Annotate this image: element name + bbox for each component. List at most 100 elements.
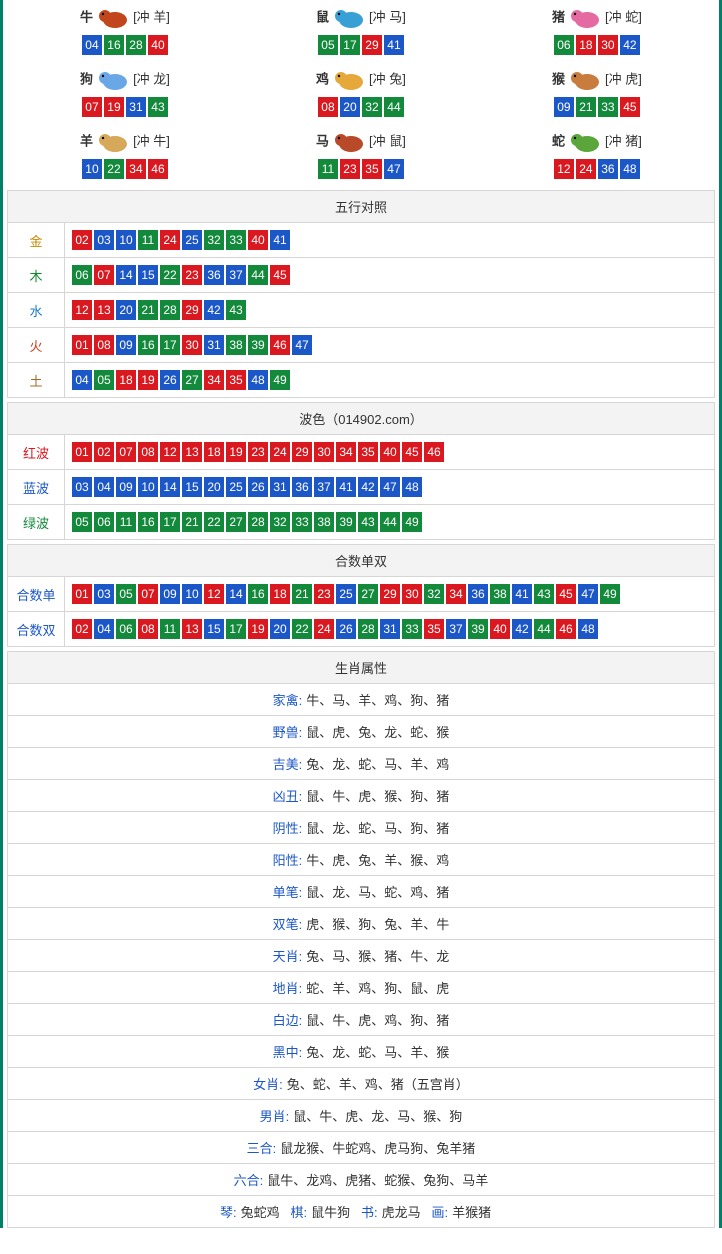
attr-row: 男肖:鼠、牛、虎、龙、马、猴、狗 [8, 1100, 715, 1132]
number-chip: 48 [578, 619, 598, 639]
number-chip: 46 [148, 159, 168, 179]
number-chip: 24 [160, 230, 180, 250]
number-chip: 10 [116, 230, 136, 250]
attr-label: 白边: [273, 1013, 303, 1028]
number-chip: 36 [204, 265, 224, 285]
attr-text: 虎龙马 [382, 1205, 421, 1220]
table-row: 绿波05061116172122272832333839434449 [8, 505, 715, 540]
number-chip: 22 [292, 619, 312, 639]
row-label: 红波 [8, 435, 65, 470]
number-chip: 15 [204, 619, 224, 639]
number-chip: 47 [380, 477, 400, 497]
number-chip: 23 [182, 265, 202, 285]
attr-text: 牛、虎、兔、羊、猴、鸡 [306, 853, 449, 868]
number-chip: 29 [362, 35, 382, 55]
wuxing-table: 五行对照 金02031011242532334041木0607141522233… [7, 190, 715, 398]
row-numbers: 0103050709101214161821232527293032343638… [65, 577, 715, 612]
pig-icon [567, 6, 603, 30]
number-chip: 42 [358, 477, 378, 497]
number-chip: 28 [358, 619, 378, 639]
attr-text: 兔、蛇、羊、鸡、猪（五宫肖） [287, 1077, 469, 1092]
number-chip: 26 [248, 477, 268, 497]
row-label: 土 [8, 363, 65, 398]
number-chip: 17 [160, 512, 180, 532]
number-chip: 04 [94, 619, 114, 639]
number-chip: 43 [148, 97, 168, 117]
number-chip: 47 [578, 584, 598, 604]
attr-row: 双笔:虎、猴、狗、兔、羊、牛 [8, 908, 715, 940]
number-chip: 12 [554, 159, 574, 179]
row-numbers: 02031011242532334041 [65, 223, 715, 258]
heshu-table: 合数单双 合数单01030507091012141618212325272930… [7, 544, 715, 647]
number-chip: 24 [576, 159, 596, 179]
number-chip: 16 [138, 335, 158, 355]
number-chip: 38 [314, 512, 334, 532]
number-chip: 28 [248, 512, 268, 532]
attr-label: 六合: [234, 1173, 264, 1188]
number-chip: 23 [314, 584, 334, 604]
number-chip: 13 [182, 619, 202, 639]
row-numbers: 0204060811131517192022242628313335373940… [65, 612, 715, 647]
zodiac-name: 羊 [80, 133, 93, 148]
number-chip: 43 [534, 584, 554, 604]
zodiac-clash: [冲 鼠] [369, 133, 406, 148]
zodiac-name: 猴 [552, 71, 565, 86]
attr-label: 地肖: [273, 981, 303, 996]
number-chip: 49 [270, 370, 290, 390]
number-chip: 27 [182, 370, 202, 390]
number-chip: 03 [94, 584, 114, 604]
attr-row: 野兽:鼠、虎、兔、龙、蛇、猴 [8, 716, 715, 748]
attr-label: 黑中: [273, 1045, 303, 1060]
number-chip: 47 [292, 335, 312, 355]
number-chip: 19 [104, 97, 124, 117]
number-chip: 15 [138, 265, 158, 285]
attr-row: 单笔:鼠、龙、马、蛇、鸡、猪 [8, 876, 715, 908]
number-chip: 08 [318, 97, 338, 117]
number-chip: 43 [358, 512, 378, 532]
number-chip: 15 [182, 477, 202, 497]
number-chip: 45 [620, 97, 640, 117]
number-chip: 48 [620, 159, 640, 179]
number-chip: 08 [94, 335, 114, 355]
number-chip: 41 [336, 477, 356, 497]
number-chip: 45 [270, 265, 290, 285]
attr-label: 双笔: [273, 917, 303, 932]
attr-label: 阴性: [273, 821, 303, 836]
rat-icon [331, 6, 367, 30]
number-chip: 13 [182, 442, 202, 462]
number-chip: 31 [380, 619, 400, 639]
number-chip: 20 [340, 97, 360, 117]
number-chip: 05 [72, 512, 92, 532]
number-chip: 06 [554, 35, 574, 55]
zodiac-clash: [冲 马] [369, 9, 406, 24]
snake-icon [567, 130, 603, 154]
zodiac-name: 马 [316, 133, 329, 148]
number-chip: 13 [94, 300, 114, 320]
number-chip: 32 [270, 512, 290, 532]
table-row: 红波0102070812131819232429303435404546 [8, 435, 715, 470]
number-chip: 34 [336, 442, 356, 462]
zodiac-clash: [冲 虎] [605, 71, 642, 86]
zodiac-clash: [冲 蛇] [605, 9, 642, 24]
number-chip: 05 [318, 35, 338, 55]
number-chip: 06 [72, 265, 92, 285]
zodiac-clash: [冲 牛] [133, 133, 170, 148]
number-chip: 33 [402, 619, 422, 639]
number-chip: 36 [468, 584, 488, 604]
number-chip: 20 [116, 300, 136, 320]
zodiac-item: 狗[冲 龙]07193143 [7, 62, 243, 124]
attr-text: 鼠、虎、兔、龙、蛇、猴 [306, 725, 449, 740]
attr-text: 兔、马、猴、猪、牛、龙 [306, 949, 449, 964]
number-chip: 16 [104, 35, 124, 55]
number-chip: 01 [72, 442, 92, 462]
number-chip: 05 [116, 584, 136, 604]
monkey-icon [567, 68, 603, 92]
number-chip: 45 [556, 584, 576, 604]
number-chip: 17 [160, 335, 180, 355]
number-chip: 39 [336, 512, 356, 532]
zodiac-name: 狗 [80, 71, 93, 86]
number-chip: 24 [314, 619, 334, 639]
table-row: 合数双0204060811131517192022242628313335373… [8, 612, 715, 647]
attr-label: 书: [361, 1205, 378, 1220]
number-chip: 18 [116, 370, 136, 390]
